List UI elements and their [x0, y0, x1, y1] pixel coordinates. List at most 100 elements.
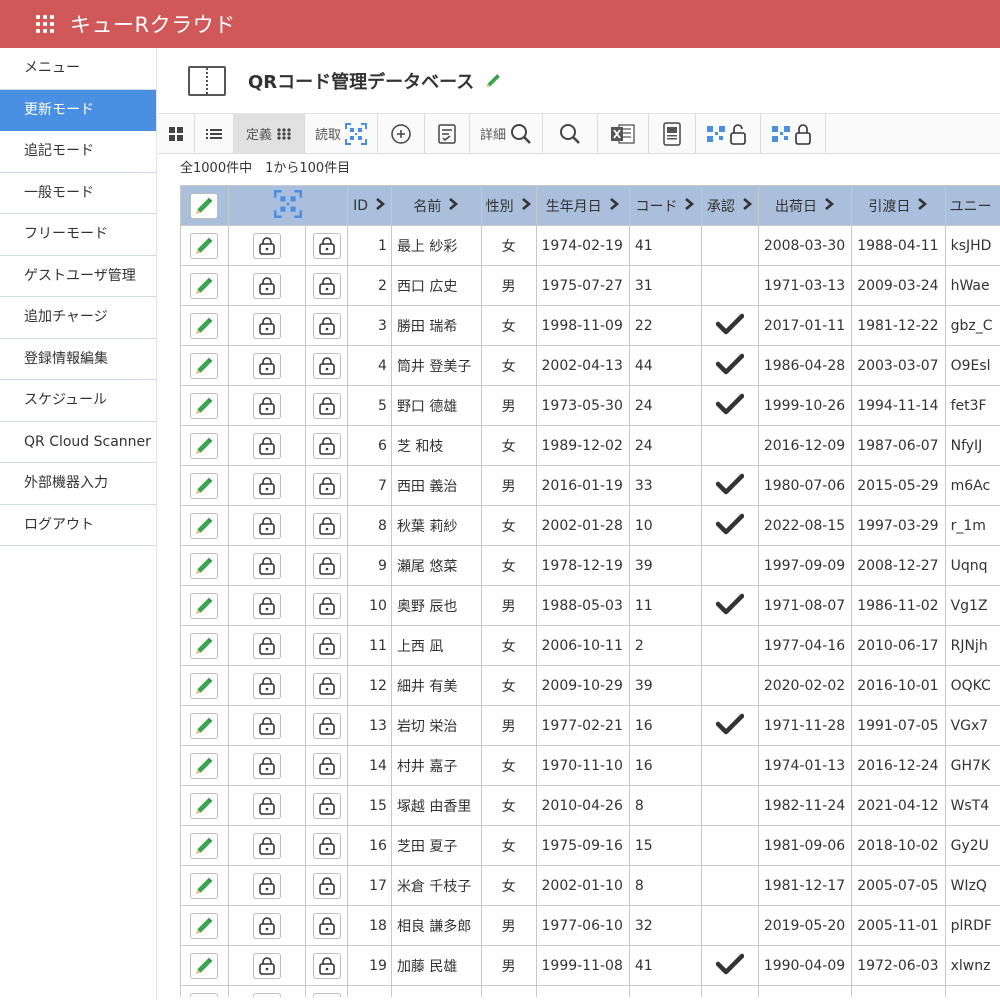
unlock-icon[interactable] [312, 672, 341, 699]
qr-lock-button[interactable] [761, 114, 827, 153]
sidebar-item-8[interactable]: スケジュール [0, 380, 156, 422]
unlock-icon[interactable] [252, 592, 281, 619]
edit-pencil-icon[interactable] [190, 472, 219, 499]
column-header-3[interactable]: 生年月日 [535, 185, 630, 226]
unlock-icon[interactable] [312, 552, 341, 579]
unlock-icon[interactable] [252, 352, 281, 379]
unlock-icon[interactable] [252, 952, 281, 979]
sidebar-item-9[interactable]: QR Cloud Scanner [0, 422, 156, 463]
unlock-icon[interactable] [252, 872, 281, 899]
unlock-icon[interactable] [252, 672, 281, 699]
edit-pencil-icon[interactable] [190, 992, 219, 997]
unlock-icon[interactable] [312, 432, 341, 459]
unlock-icon[interactable] [312, 912, 341, 939]
csv-export-button[interactable] [649, 114, 697, 153]
edit-pencil-icon[interactable] [190, 552, 219, 579]
unlock-icon[interactable] [312, 352, 341, 379]
edit-pencil-icon[interactable] [190, 872, 219, 899]
edit-pencil-icon[interactable] [190, 952, 219, 979]
unlock-icon[interactable] [252, 472, 281, 499]
column-header-1[interactable]: 名前 [390, 185, 482, 226]
unlock-icon[interactable] [252, 792, 281, 819]
sidebar-item-4[interactable]: フリーモード [0, 214, 156, 256]
edit-pencil-icon[interactable] [190, 752, 219, 779]
unlock-icon[interactable] [312, 232, 341, 259]
unlock-icon[interactable] [312, 752, 341, 779]
unlock-icon[interactable] [252, 992, 281, 997]
add-record-button[interactable] [378, 114, 426, 153]
unlock-icon[interactable] [252, 272, 281, 299]
unlock-icon[interactable] [252, 552, 281, 579]
table-row: 4 筒井 登美子女 2002-04-13 44 1986-04-28 2003-03-07… [180, 345, 1000, 386]
unlock-icon[interactable] [312, 992, 341, 997]
cell-sex: 男 [480, 905, 537, 946]
unlock-icon[interactable] [312, 392, 341, 419]
edit-pencil-icon[interactable] [190, 832, 219, 859]
qr-code-icon[interactable] [274, 189, 303, 222]
unlock-icon[interactable] [252, 232, 281, 259]
unlock-icon[interactable] [252, 752, 281, 779]
read-button[interactable]: 読取 [305, 114, 379, 153]
edit-pencil-icon[interactable] [190, 592, 219, 619]
edit-pencil-icon[interactable] [190, 312, 219, 339]
list-view-button[interactable] [195, 114, 234, 153]
unlock-icon[interactable] [252, 312, 281, 339]
column-header-5[interactable]: 承認 [701, 185, 759, 226]
sidebar-item-2[interactable]: 追記モード [0, 131, 156, 173]
unlock-icon[interactable] [312, 832, 341, 859]
unlock-icon[interactable] [252, 712, 281, 739]
sidebar-item-10[interactable]: 外部機器入力 [0, 463, 156, 505]
unlock-icon[interactable] [252, 912, 281, 939]
column-header-6[interactable]: 出荷日 [757, 185, 853, 226]
edit-pencil-icon[interactable] [190, 672, 219, 699]
sidebar-item-0[interactable]: メニュー [0, 48, 156, 90]
unlock-icon[interactable] [312, 632, 341, 659]
sidebar-item-5[interactable]: ゲストユーザ管理 [0, 256, 156, 297]
unlock-icon[interactable] [312, 872, 341, 899]
tile-view-button[interactable] [158, 114, 195, 153]
column-header-4[interactable]: コード [628, 185, 703, 226]
unlock-icon[interactable] [312, 312, 341, 339]
app-grid-icon[interactable] [34, 13, 56, 35]
unlock-icon[interactable] [312, 712, 341, 739]
edit-pencil-icon[interactable] [190, 512, 219, 539]
column-header-0[interactable]: ID [347, 185, 392, 226]
unlock-icon[interactable] [252, 632, 281, 659]
sidebar-item-3[interactable]: 一般モード [0, 173, 156, 214]
edit-pencil-icon[interactable] [190, 432, 219, 459]
edit-pencil-icon[interactable] [190, 912, 219, 939]
detail-search-button[interactable]: 詳細 [470, 114, 544, 153]
sidebar-item-7[interactable]: 登録情報編集 [0, 339, 156, 380]
define-button[interactable]: 定義 [234, 114, 306, 153]
unlock-icon[interactable] [312, 512, 341, 539]
unlock-icon[interactable] [312, 952, 341, 979]
edit-pencil-icon[interactable] [190, 352, 219, 379]
unlock-icon[interactable] [252, 832, 281, 859]
unlock-icon[interactable] [312, 592, 341, 619]
checklist-button[interactable] [425, 114, 471, 153]
unlock-icon[interactable] [312, 272, 341, 299]
column-header-8[interactable]: ユニー [944, 185, 1000, 226]
edit-pencil-icon[interactable] [190, 272, 219, 299]
sidebar-item-6[interactable]: 追加チャージ [0, 297, 156, 339]
unlock-icon[interactable] [252, 432, 281, 459]
cell-id: 8 [347, 505, 392, 546]
column-header-2[interactable]: 性別 [480, 185, 537, 226]
unlock-icon[interactable] [252, 392, 281, 419]
unlock-icon[interactable] [312, 472, 341, 499]
edit-pencil-icon[interactable] [190, 712, 219, 739]
edit-pencil-icon[interactable] [190, 232, 219, 259]
sidebar-item-11[interactable]: ログアウト [0, 505, 156, 546]
edit-pencil-icon[interactable] [190, 392, 219, 419]
qr-unlock-button[interactable] [696, 114, 762, 153]
edit-pencil-icon[interactable] [190, 792, 219, 819]
column-header-7[interactable]: 引渡日 [851, 185, 946, 226]
unlock-icon[interactable] [252, 512, 281, 539]
unlock-icon[interactable] [312, 792, 341, 819]
search-button[interactable] [543, 114, 599, 153]
sidebar-item-1[interactable]: 更新モード [0, 89, 156, 131]
excel-export-button[interactable] [598, 114, 650, 153]
edit-title-pencil-icon[interactable] [484, 72, 502, 90]
bulk-edit-pencil-icon[interactable] [190, 192, 219, 219]
edit-pencil-icon[interactable] [190, 632, 219, 659]
